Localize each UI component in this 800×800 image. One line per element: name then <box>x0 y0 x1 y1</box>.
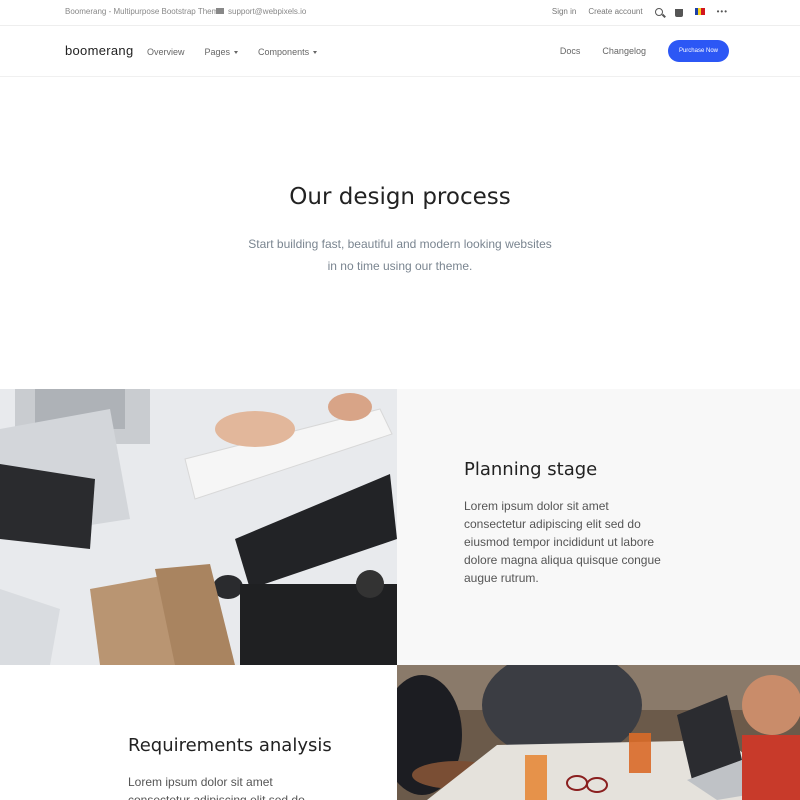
purchase-button[interactable]: Purchase Now <box>667 40 729 62</box>
feature-title-requirements: Requirements analysis <box>128 735 332 756</box>
nav-changelog[interactable]: Changelog <box>602 46 646 56</box>
feature-text-requirements: Lorem ipsum dolor sit amet consectetur a… <box>128 775 305 800</box>
nav-overview[interactable]: Overview <box>147 47 185 57</box>
meeting-illustration <box>397 665 800 800</box>
top-bar: Boomerang - Multipurpose Bootstrap Theme… <box>0 0 800 26</box>
team-meeting-photo <box>397 665 800 800</box>
nav-docs[interactable]: Docs <box>560 46 581 56</box>
workspace-photo <box>0 389 397 665</box>
feature-text-planning: Lorem ipsum dolor sit amet consectetur a… <box>464 499 661 585</box>
nav-links: Overview Pages Components <box>147 47 318 57</box>
hero-subtitle: Start building fast, beautiful and moder… <box>0 233 800 277</box>
feature-planning-panel: Planning stage Lorem ipsum dolor sit ame… <box>397 389 800 665</box>
hero-subtitle-line-1: Start building fast, beautiful and moder… <box>248 237 552 251</box>
support-email-text: support@webpixels.io <box>228 7 307 16</box>
sign-in-link[interactable]: Sign in <box>552 7 576 16</box>
chevron-down-icon <box>313 51 318 54</box>
page-title: Our design process <box>289 184 511 210</box>
main-navbar: boomerang Overview Pages Components Docs… <box>0 27 800 77</box>
logo[interactable]: boomerang <box>65 43 133 58</box>
support-email[interactable]: support@webpixels.io <box>216 7 306 16</box>
create-account-link[interactable]: Create account <box>588 7 642 16</box>
feature-requirements-panel: Requirements analysis Lorem ipsum dolor … <box>0 665 397 800</box>
top-bar-actions: Sign in Create account ••• <box>552 7 728 17</box>
envelope-icon <box>216 8 224 14</box>
theme-name: Boomerang - Multipurpose Bootstrap Theme <box>65 7 223 16</box>
cart-icon[interactable] <box>674 8 683 17</box>
nav-components-label: Components <box>258 47 310 57</box>
language-flag-icon[interactable] <box>694 8 705 15</box>
feature-title-planning: Planning stage <box>464 459 598 480</box>
workspace-illustration <box>0 389 397 665</box>
nav-pages[interactable]: Pages <box>205 47 239 57</box>
hero-subtitle-line-2: in no time using our theme. <box>327 259 473 273</box>
nav-right: Docs Changelog Purchase Now <box>560 40 729 62</box>
search-icon[interactable] <box>654 7 663 16</box>
nav-components[interactable]: Components <box>258 47 318 57</box>
nav-pages-label: Pages <box>204 47 231 57</box>
chevron-down-icon <box>234 51 239 54</box>
more-options-icon[interactable]: ••• <box>717 7 728 15</box>
